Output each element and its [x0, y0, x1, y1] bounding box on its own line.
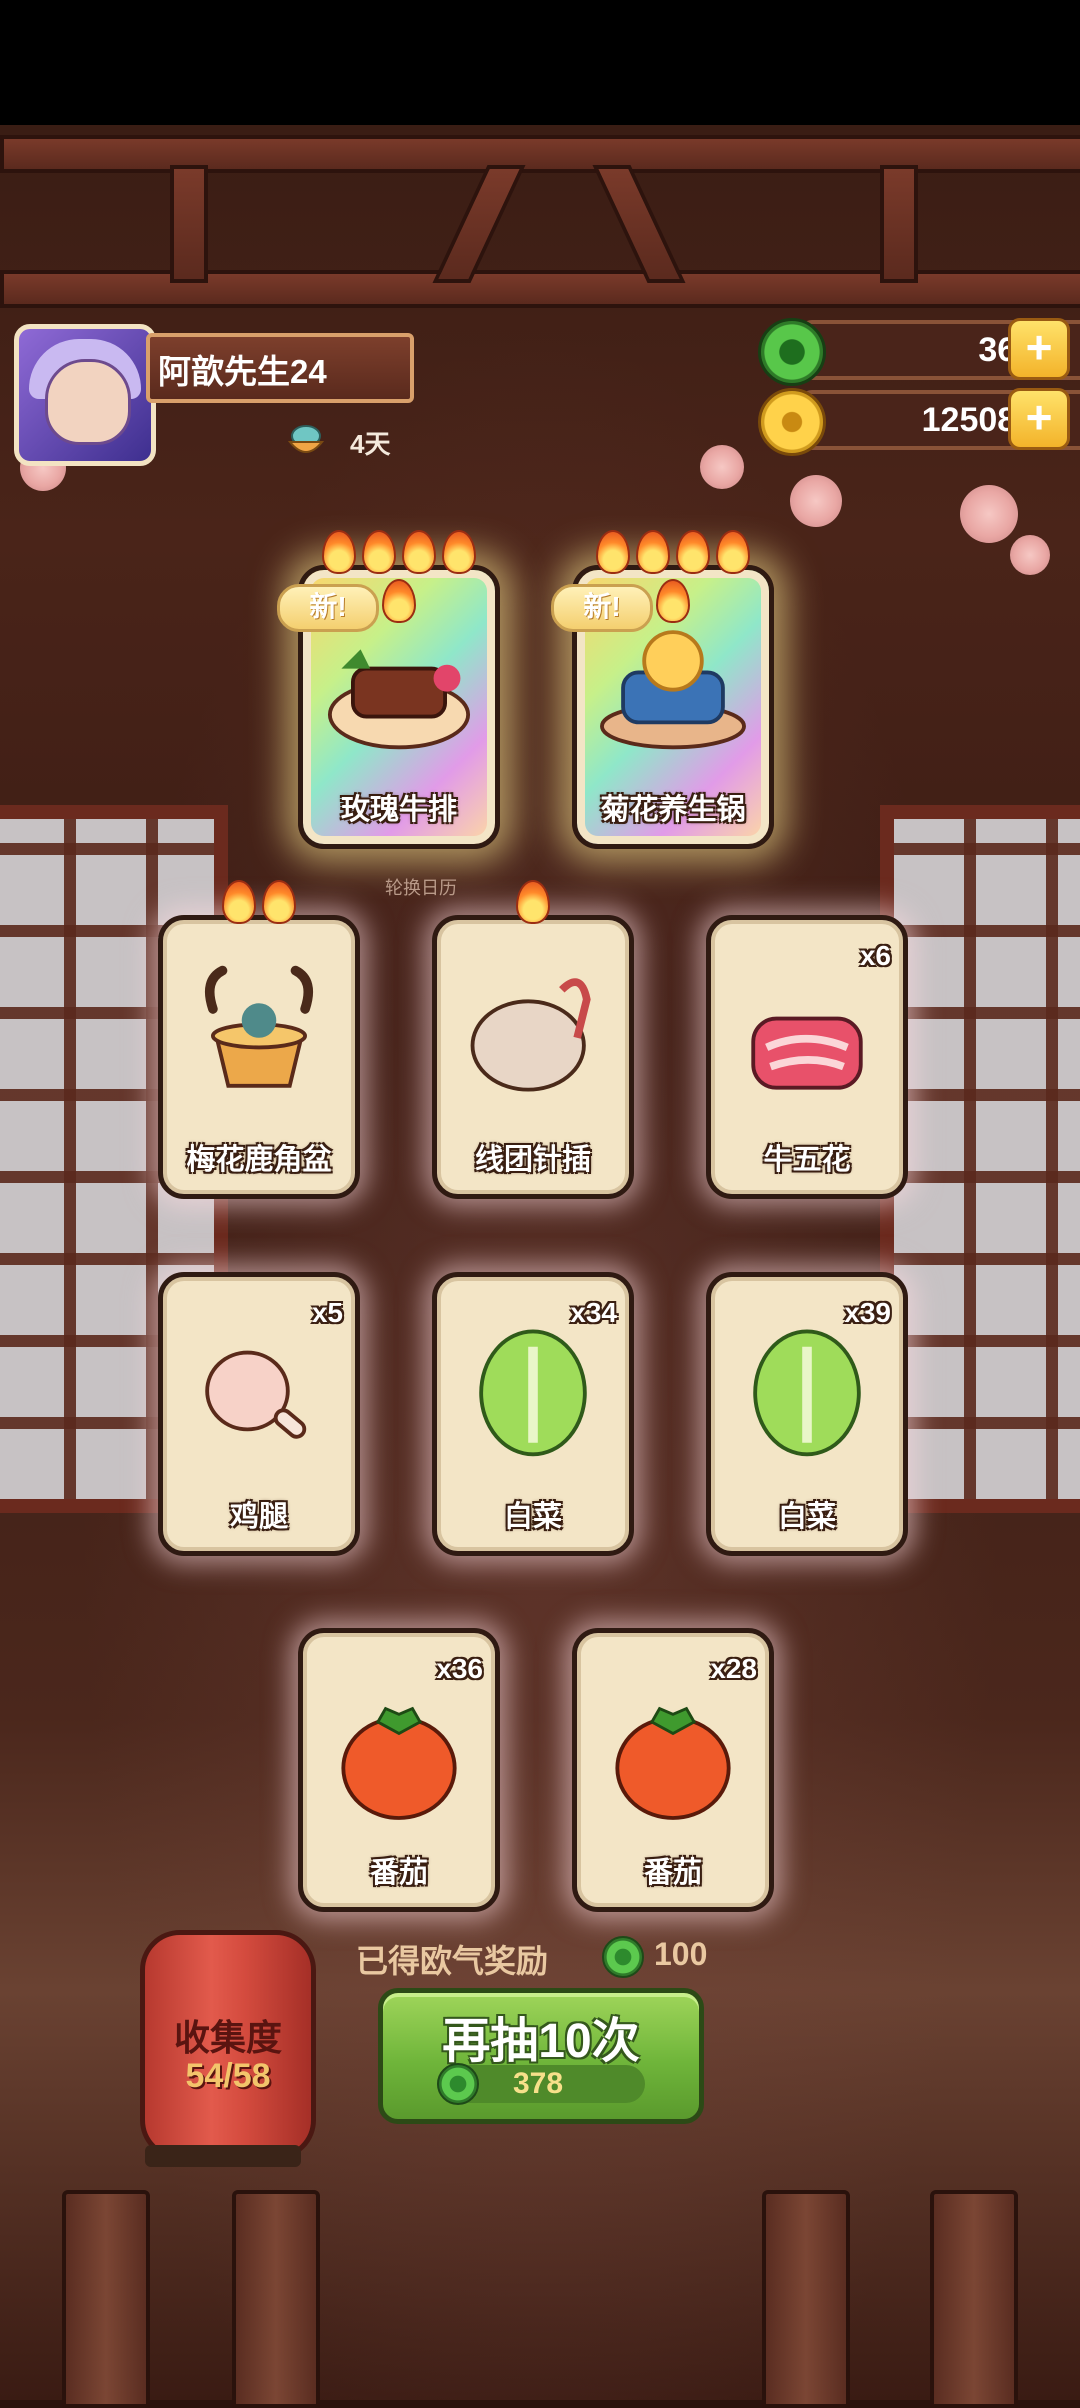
blossom-flower — [960, 485, 1018, 543]
roof-post — [880, 165, 918, 283]
fence-post — [232, 2190, 320, 2408]
days-counter: 4天 — [350, 429, 391, 459]
roof-strut — [592, 165, 686, 283]
rarity-flames — [437, 880, 629, 924]
item-card[interactable]: 梅花鹿角盆 — [158, 880, 360, 1199]
item-card[interactable]: 线团针插 — [432, 880, 634, 1199]
flame-icon — [402, 530, 436, 574]
item-count: x36 — [436, 1653, 483, 1684]
flame-icon — [222, 880, 256, 924]
collection-title: 收集度 — [173, 2017, 282, 2058]
draw-ten-label: 再抽10次 — [442, 2015, 640, 2068]
rarity-flames — [303, 530, 495, 623]
add-jade-button[interactable]: + — [1008, 318, 1070, 380]
luck-reward-value: 100 — [654, 1936, 708, 1972]
item-card[interactable]: x39 白菜 — [706, 1272, 908, 1556]
item-name: 番茄 — [369, 1857, 428, 1889]
right-lattice-window — [880, 805, 1080, 1513]
item-card[interactable]: x5 鸡腿 — [158, 1272, 360, 1556]
flame-icon — [596, 530, 630, 574]
gold-coin-icon — [758, 388, 826, 456]
roof-beam — [0, 135, 1080, 173]
item-count: x39 — [844, 1297, 891, 1328]
jade-coin-icon — [437, 2063, 479, 2105]
roof-strut — [432, 165, 526, 283]
item-name: 玫瑰牛排 — [340, 794, 457, 826]
avatar-face — [45, 359, 131, 445]
item-card[interactable]: x36 番茄 — [298, 1628, 500, 1912]
item-name: 梅花鹿角盆 — [186, 1144, 332, 1176]
item-name: 线团针插 — [474, 1144, 591, 1176]
item-card[interactable]: 新! 菊花养生锅 — [551, 530, 774, 849]
jade-coin-icon — [758, 318, 826, 386]
status-bar — [0, 0, 1080, 125]
blossom-flower — [790, 475, 842, 527]
jade-coin-icon — [602, 1936, 644, 1978]
luck-reward-label: 已得欧气奖励 — [356, 1943, 549, 1979]
flame-icon — [362, 530, 396, 574]
item-card[interactable]: x34 白菜 — [432, 1272, 634, 1556]
new-badge: 新! — [551, 584, 653, 632]
lantern-stand — [145, 2145, 301, 2167]
flame-icon — [516, 880, 550, 924]
fence-post — [762, 2190, 850, 2408]
draw-ten-button[interactable]: 再抽10次 378 — [378, 1988, 704, 2124]
flame-icon — [716, 530, 750, 574]
roof-beam — [0, 270, 1080, 308]
player-name: 阿歆先生24 — [146, 333, 414, 403]
blossom-flower — [1010, 535, 1050, 575]
fence-post — [62, 2190, 150, 2408]
flame-icon — [442, 530, 476, 574]
fence-post — [930, 2190, 1018, 2408]
new-badge: 新! — [277, 584, 379, 632]
rarity-flames — [577, 530, 769, 623]
item-name: 牛五花 — [763, 1144, 851, 1176]
item-card[interactable]: x6 牛五花 — [706, 915, 908, 1199]
item-name: 菊花养生锅 — [600, 794, 746, 826]
item-count: x28 — [710, 1653, 757, 1684]
item-count: x6 — [859, 940, 891, 971]
flame-icon — [262, 880, 296, 924]
item-count: x5 — [311, 1297, 343, 1328]
item-count: x34 — [570, 1297, 617, 1328]
item-name: 番茄 — [643, 1857, 702, 1889]
rotation-calendar-label[interactable]: 轮换日历 — [385, 874, 457, 900]
item-card[interactable]: x28 番茄 — [572, 1628, 774, 1912]
collection-progress: 54/58 — [185, 2057, 271, 2095]
item-card[interactable]: 新! 玫瑰牛排 — [277, 530, 500, 849]
item-name: 白菜 — [777, 1501, 836, 1533]
player-avatar[interactable] — [14, 324, 156, 466]
blossom-flower — [700, 445, 744, 489]
flame-icon — [636, 530, 670, 574]
item-name: 白菜 — [503, 1501, 562, 1533]
roof-post — [170, 165, 208, 283]
flame-icon — [322, 530, 356, 574]
rarity-flames — [163, 880, 355, 924]
collection-lantern[interactable]: 收集度 54/58 — [140, 1930, 316, 2160]
calendar-bowl-icon — [287, 425, 325, 453]
add-gold-button[interactable]: + — [1008, 388, 1070, 450]
flame-icon — [676, 530, 710, 574]
item-name: 鸡腿 — [229, 1501, 288, 1533]
draw-cost-value: 378 — [513, 2067, 564, 2100]
